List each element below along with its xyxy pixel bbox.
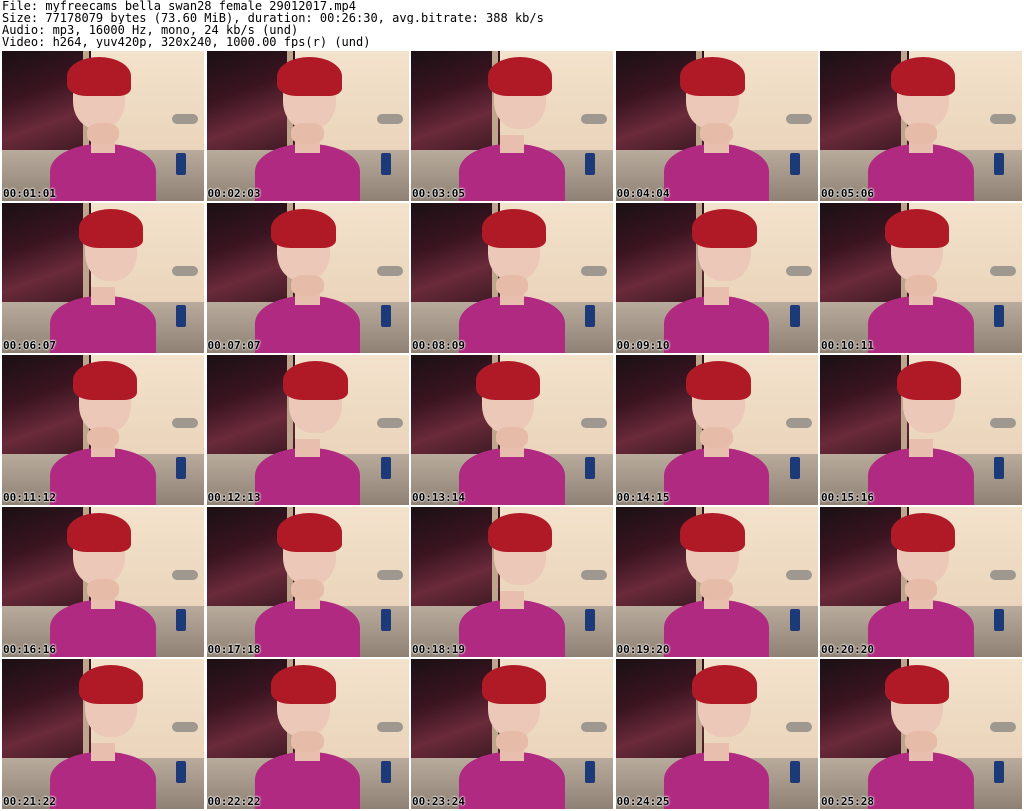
thumbnail-timestamp: 00:09:10 (616, 339, 670, 352)
video-thumbnail: 00:01:01 (2, 51, 204, 201)
video-thumbnail: 00:10:11 (820, 203, 1022, 353)
thumbnail-timestamp: 00:07:07 (207, 339, 261, 352)
thumbnail-timestamp: 00:10:11 (821, 339, 874, 352)
video-thumbnail: 00:09:10 (615, 203, 818, 353)
thumbnail-timestamp: 00:14:15 (616, 491, 670, 504)
thumbnail-timestamp: 00:06:07 (3, 339, 56, 352)
thumbnail-timestamp: 00:02:03 (207, 187, 261, 200)
video-thumbnail: 00:20:20 (820, 507, 1022, 657)
file-name-line: File: myfreecams_bella_swan28_female_290… (2, 0, 357, 12)
thumbnail-timestamp: 00:18:19 (412, 643, 465, 656)
video-thumbnail: 00:03:05 (411, 51, 613, 201)
video-thumbnail: 00:13:14 (411, 355, 613, 505)
audio-info-line: Audio: mp3, 16000 Hz, mono, 24 kb/s (und… (2, 24, 299, 36)
video-thumbnail: 00:02:03 (206, 51, 409, 201)
video-thumbnail: 00:11:12 (2, 355, 204, 505)
video-thumbnail: 00:21:22 (2, 659, 204, 809)
video-thumbnail: 00:04:04 (615, 51, 818, 201)
video-thumbnail: 00:08:09 (411, 203, 613, 353)
thumbnail-timestamp: 00:15:16 (821, 491, 874, 504)
video-thumbnail: 00:05:06 (820, 51, 1022, 201)
video-thumbnail: 00:19:20 (615, 507, 818, 657)
video-thumbnail: 00:24:25 (615, 659, 818, 809)
video-thumbnail: 00:07:07 (206, 203, 409, 353)
video-thumbnail: 00:12:13 (206, 355, 409, 505)
thumbnail-timestamp: 00:03:05 (412, 187, 465, 200)
thumbnail-timestamp: 00:01:01 (3, 187, 56, 200)
video-thumbnail: 00:25:28 (820, 659, 1022, 809)
video-thumbnail: 00:18:19 (411, 507, 613, 657)
file-size-line: Size: 77178079 bytes (73.60 MiB), durati… (2, 12, 544, 24)
thumbnail-timestamp: 00:23:24 (412, 795, 465, 808)
video-thumbnail: 00:14:15 (615, 355, 818, 505)
video-thumbnail: 00:17:18 (206, 507, 409, 657)
video-thumbnail: 00:23:24 (411, 659, 613, 809)
video-thumbnail: 00:16:16 (2, 507, 204, 657)
thumbnail-timestamp: 00:17:18 (207, 643, 261, 656)
video-thumbnail: 00:22:22 (206, 659, 409, 809)
video-thumbnail: 00:15:16 (820, 355, 1022, 505)
thumbnail-timestamp: 00:21:22 (3, 795, 56, 808)
video-info-line: Video: h264, yuv420p, 320x240, 1000.00 f… (2, 36, 371, 48)
thumbnail-timestamp: 00:24:25 (616, 795, 670, 808)
thumbnail-grid: 00:01:01 00:02:03 00:03:05 00:04:04 00:05:06… (2, 51, 1022, 809)
thumbnail-timestamp: 00:19:20 (616, 643, 670, 656)
thumbnail-timestamp: 00:16:16 (3, 643, 56, 656)
thumbnail-timestamp: 00:08:09 (412, 339, 465, 352)
thumbnail-timestamp: 00:13:14 (412, 491, 465, 504)
thumbnail-timestamp: 00:11:12 (3, 491, 56, 504)
thumbnail-timestamp: 00:25:28 (821, 795, 874, 808)
thumbnail-timestamp: 00:22:22 (207, 795, 261, 808)
thumbnail-timestamp: 00:12:13 (207, 491, 261, 504)
thumbnail-timestamp: 00:05:06 (821, 187, 874, 200)
file-info-header: File: myfreecams_bella_swan28_female_290… (2, 0, 1022, 48)
thumbnail-timestamp: 00:04:04 (616, 187, 670, 200)
thumbnail-timestamp: 00:20:20 (821, 643, 874, 656)
video-thumbnail: 00:06:07 (2, 203, 204, 353)
